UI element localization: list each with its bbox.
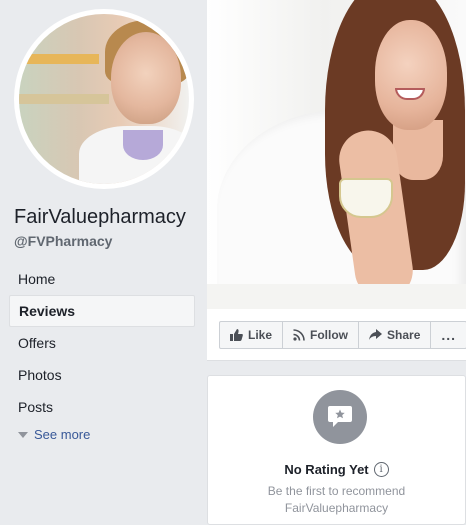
share-button[interactable]: Share: [359, 322, 432, 348]
pharmacist-face: [111, 32, 181, 124]
triangle-down-icon: [18, 432, 28, 438]
page-nav: Home Reviews Offers Photos Posts See mor…: [9, 263, 195, 447]
nav-item-home[interactable]: Home: [9, 263, 195, 295]
cover-table: [207, 284, 466, 309]
cover-photo[interactable]: [207, 0, 466, 309]
action-buttons: Like Follow Share ...: [219, 321, 466, 349]
page-name[interactable]: FairValuepharmacy: [14, 206, 186, 229]
rss-icon: [293, 329, 305, 341]
share-arrow-icon: [369, 329, 383, 341]
like-label: Like: [248, 328, 273, 342]
no-rating-label: No Rating Yet: [284, 462, 369, 477]
recommend-prompt: Be the first to recommend FairValuepharm…: [208, 483, 465, 517]
star-speech-bubble-icon: [313, 390, 367, 444]
thumbs-up-icon: [230, 329, 243, 341]
cover-face: [375, 20, 447, 130]
cover-teacup: [339, 178, 393, 218]
share-label: Share: [387, 328, 421, 342]
no-rating-title: No Rating Yet i: [208, 462, 465, 477]
nav-item-offers[interactable]: Offers: [9, 327, 195, 359]
see-more-label: See more: [34, 427, 91, 442]
page-handle[interactable]: @FVPharmacy: [14, 233, 112, 249]
like-button[interactable]: Like: [220, 322, 284, 348]
pharmacist-collar: [123, 130, 163, 160]
profile-photo-image: [19, 14, 189, 184]
reviews-card: No Rating Yet i Be the first to recommen…: [207, 375, 466, 525]
more-options-button[interactable]: ...: [431, 322, 466, 348]
info-icon[interactable]: i: [373, 462, 389, 477]
nav-item-posts[interactable]: Posts: [9, 391, 195, 423]
shelf-decoration: [19, 94, 109, 104]
nav-item-reviews[interactable]: Reviews: [9, 295, 195, 327]
follow-label: Follow: [310, 328, 349, 342]
profile-picture[interactable]: [14, 9, 194, 189]
action-bar: Like Follow Share ...: [207, 309, 466, 361]
recommend-line-1: Be the first to recommend: [267, 484, 406, 498]
recommend-line-2: FairValuepharmacy: [284, 501, 389, 515]
see-more-link[interactable]: See more: [9, 423, 195, 447]
shelf-decoration: [19, 54, 99, 64]
nav-item-photos[interactable]: Photos: [9, 359, 195, 391]
follow-button[interactable]: Follow: [283, 322, 360, 348]
